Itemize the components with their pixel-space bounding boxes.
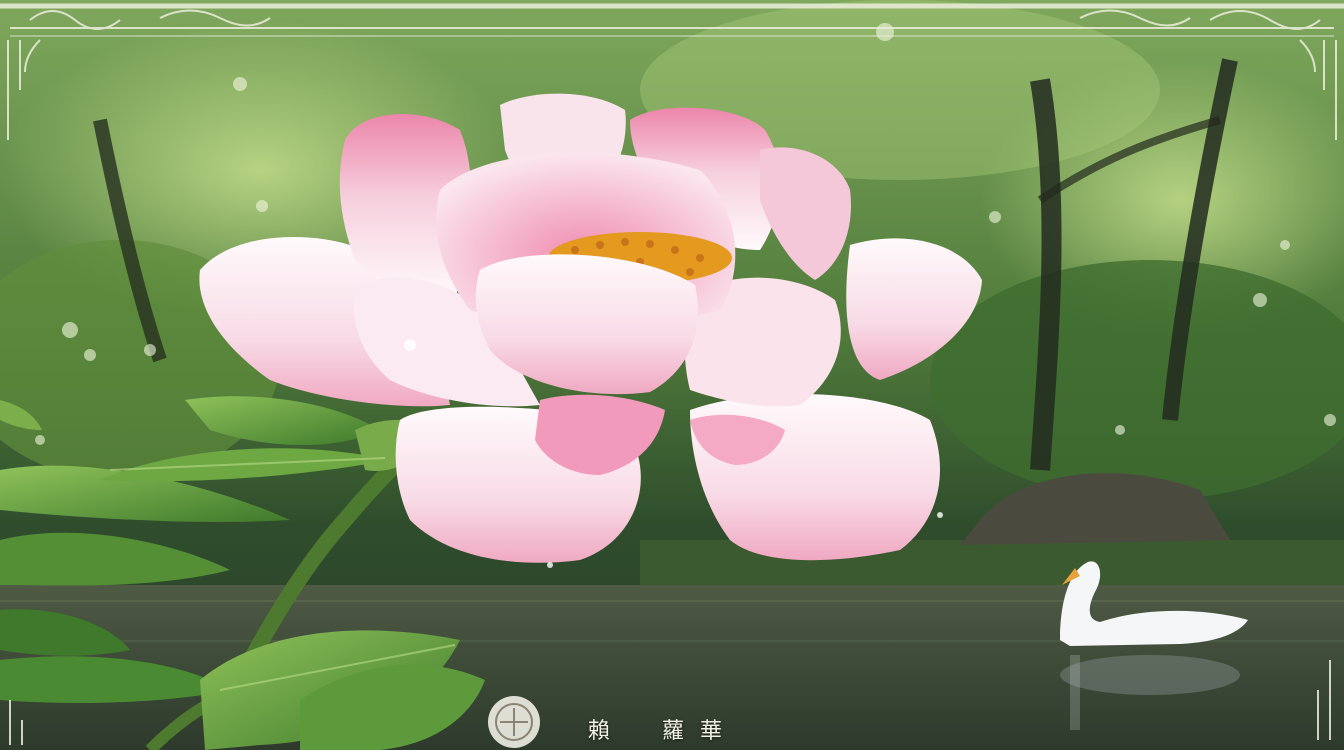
caption-char-1: 賴	[588, 719, 613, 744]
photo-scene: 賴 蘿 華	[0, 0, 1344, 750]
caption-char-3: 華	[700, 719, 725, 744]
caption: 賴 蘿 華	[588, 712, 724, 746]
peony-pond-artwork	[0, 0, 1344, 750]
caption-char-2: 蘿	[662, 719, 687, 744]
ornament-seal-icon	[488, 696, 540, 748]
